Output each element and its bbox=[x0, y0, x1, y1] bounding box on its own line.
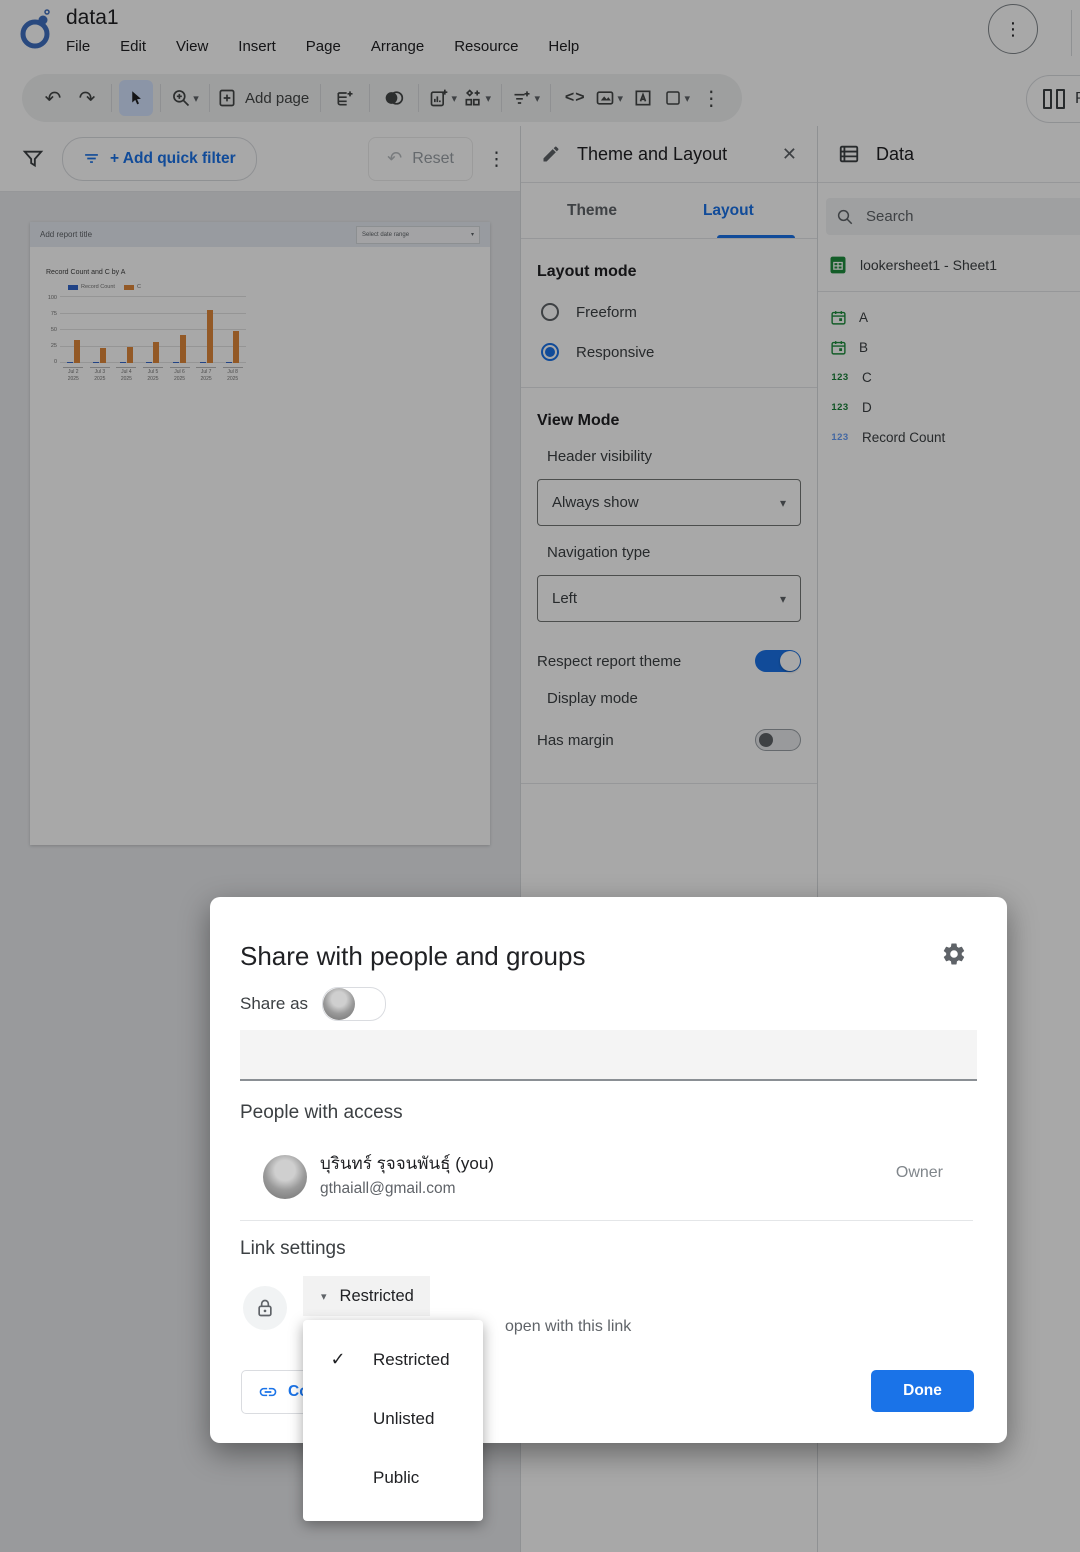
share-as-label: Share as bbox=[240, 994, 308, 1014]
gear-icon bbox=[941, 941, 967, 967]
menu-option-restricted[interactable]: ✓ Restricted bbox=[303, 1330, 483, 1389]
link-access-icon-wrap bbox=[243, 1286, 287, 1330]
link-access-menu: ✓ Restricted ✓ Unlisted ✓ Public bbox=[303, 1320, 483, 1521]
done-button[interactable]: Done bbox=[871, 1370, 974, 1412]
person-email: gthaiall@gmail.com bbox=[320, 1180, 455, 1198]
link-access-description: open with this link bbox=[505, 1318, 631, 1336]
add-people-input[interactable] bbox=[240, 1030, 977, 1081]
share-as-selector[interactable] bbox=[322, 987, 386, 1021]
share-dialog-title: Share with people and groups bbox=[240, 941, 585, 972]
people-with-access-heading: People with access bbox=[240, 1102, 403, 1124]
menu-option-label: Unlisted bbox=[373, 1409, 434, 1429]
person-role: Owner bbox=[896, 1164, 943, 1182]
menu-option-public[interactable]: ✓ Public bbox=[303, 1448, 483, 1507]
check-icon: ✓ bbox=[303, 1349, 373, 1370]
link-access-value: Restricted bbox=[340, 1287, 414, 1306]
link-settings-heading: Link settings bbox=[240, 1238, 346, 1260]
chevron-down-icon: ▾ bbox=[321, 1290, 327, 1303]
link-icon bbox=[258, 1382, 278, 1402]
avatar bbox=[263, 1155, 307, 1199]
divider bbox=[240, 1220, 973, 1221]
menu-option-label: Public bbox=[373, 1468, 419, 1488]
avatar bbox=[323, 988, 355, 1020]
menu-option-label: Restricted bbox=[373, 1350, 450, 1370]
share-settings-button[interactable] bbox=[941, 941, 967, 967]
share-as-row: Share as bbox=[240, 987, 386, 1021]
link-access-dropdown[interactable]: ▾ Restricted bbox=[303, 1276, 430, 1316]
looker-studio-app: data1 File Edit View Insert Page Arrange… bbox=[0, 0, 1080, 1552]
person-name: บุรินทร์ รุจจนพันธุ์ (you) bbox=[320, 1150, 494, 1177]
menu-option-unlisted[interactable]: ✓ Unlisted bbox=[303, 1389, 483, 1448]
lock-icon bbox=[255, 1298, 275, 1318]
